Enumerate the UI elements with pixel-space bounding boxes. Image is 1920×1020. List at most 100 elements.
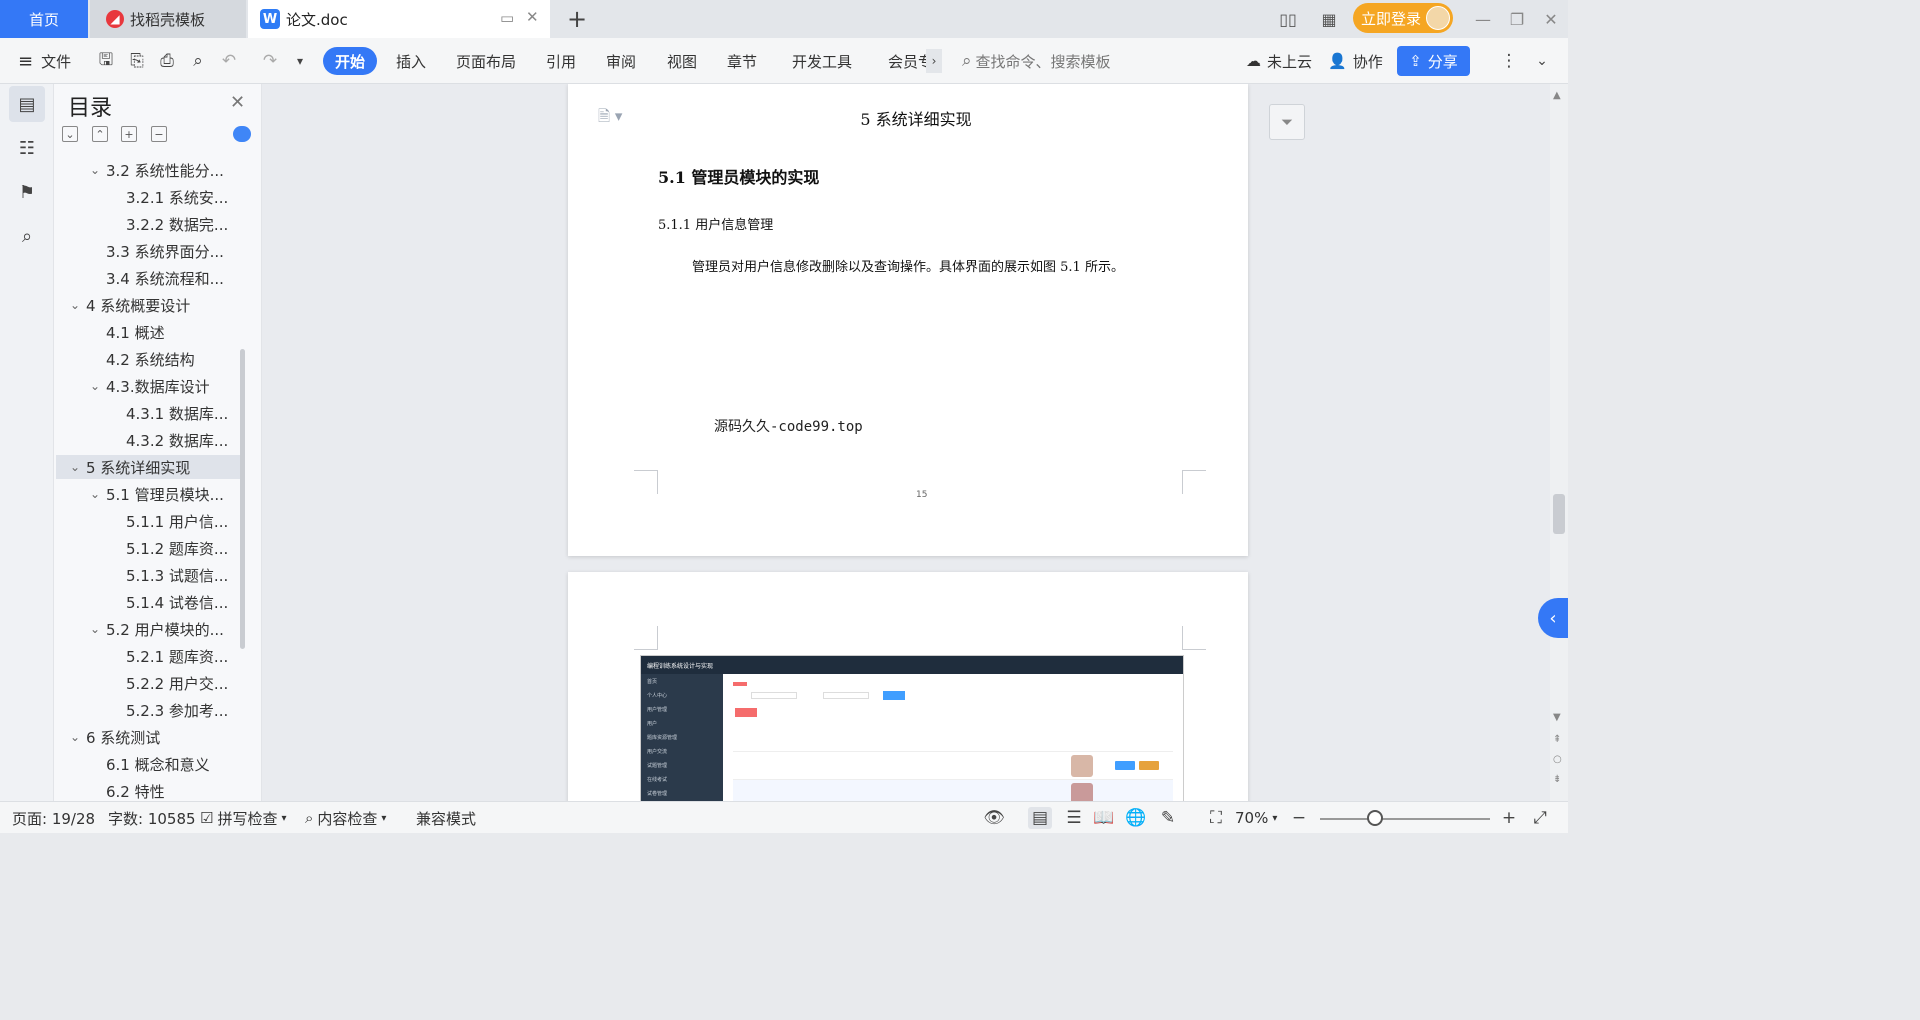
spell-check-button[interactable]: ☑ 拼写检查 ▾ [200,808,287,828]
expand-up-icon[interactable]: ⌃ [92,126,108,142]
monitor-icon[interactable]: ▭ [500,9,514,27]
page-view-icon[interactable]: ▤ [1028,807,1052,829]
tab-start[interactable]: 开始 [323,47,377,75]
toc-item[interactable]: 5.1.4 试卷信... [56,590,240,614]
toc-item[interactable]: 5.2.1 题库资... [56,644,240,668]
chevron-down-icon[interactable]: ⌄ [68,730,82,744]
print-preview-icon[interactable]: ⌕ [186,49,210,73]
tab-document[interactable]: W 论文.doc ▭ ✕ [248,0,550,38]
toc-item[interactable]: 5.1.2 题库资... [56,536,240,560]
toc-item[interactable]: 6.1 概念和意义 [56,752,240,776]
add-heading-icon[interactable]: + [121,126,137,142]
redo-icon[interactable]: ↷ [258,49,282,73]
scroll-thumb[interactable] [1553,494,1565,534]
toc-item[interactable]: ⌄ 3.2 系统性能分... [56,158,240,182]
read-mode-icon[interactable]: 📖 [1092,807,1116,829]
tab-home[interactable]: 首页 [0,0,88,38]
toc-item[interactable]: 3.3 系统界面分... [56,239,240,263]
bookmark-icon[interactable]: ⚑ [9,174,45,210]
toc-item[interactable]: 5.2.2 用户交... [56,671,240,695]
tab-references[interactable]: 引用 [546,48,576,74]
scroll-up-arrow-icon[interactable]: ▲ [1553,90,1561,101]
filter-funnel-icon[interactable]: ⏷ [1269,104,1305,140]
toc-item[interactable]: 3.2.2 数据完... [56,212,240,236]
outline-view-icon[interactable]: ☰ [1062,807,1086,829]
fullscreen-icon[interactable]: ⤢ [1528,807,1552,829]
tab-chapter[interactable]: 章节 [727,48,757,74]
write-mode-icon[interactable]: ✎ [1156,807,1180,829]
tab-daoke[interactable]: ◢ 找稻壳模板 [90,0,246,38]
document-page-15[interactable]: 🗎 ▾ 5 系统详细实现 5.1 管理员模块的实现 5.1.1 用户信息管理 管… [568,84,1248,556]
ai-assistant-icon[interactable] [233,126,251,142]
chevron-down-icon[interactable]: ⌄ [88,622,102,636]
tab-developer-tools[interactable]: 开发工具 [792,48,852,74]
vertical-scrollbar[interactable]: ▲ ▼ ⇞ ○ ⇟ [1550,84,1568,801]
close-tab-icon[interactable]: ✕ [526,8,539,26]
apps-grid-icon[interactable]: ▦ [1317,8,1341,30]
toc-item[interactable]: ⌄ 5 系统详细实现 [56,455,240,479]
toc-item[interactable]: 4.3.1 数据库... [56,401,240,425]
login-button[interactable]: 立即登录 [1353,3,1453,33]
tab-insert[interactable]: 插入 [396,48,426,74]
document-page-16[interactable]: 编程训练系统设计与实现 首页 个人中心 用户管理 用户 题库资源管理 用户交流 试题管理 在线… [568,572,1248,801]
fit-page-icon[interactable]: ⛶ [1204,807,1228,829]
toc-scrollbar[interactable] [240,349,245,649]
prev-page-icon[interactable]: ⇞ [1553,734,1561,745]
tab-view[interactable]: 视图 [667,48,697,74]
toc-item[interactable]: 5.1.3 试题信... [56,563,240,587]
toc-item[interactable]: 4.1 概述 [56,320,240,344]
minimize-icon[interactable]: — [1468,6,1498,32]
toc-item[interactable]: ⌄ 4 系统概要设计 [56,293,240,317]
find-icon[interactable]: ⌕ [9,218,45,254]
close-window-icon[interactable]: ✕ [1536,6,1566,32]
toc-item[interactable]: ⌄ 5.1 管理员模块... [56,482,240,506]
toc-item[interactable]: 6.2 特性 [56,779,240,801]
toc-item[interactable]: ⌄ 4.3.数据库设计 [56,374,240,398]
page-indicator[interactable]: 页面: 19/28 [12,808,95,828]
tab-page-layout[interactable]: 页面布局 [456,48,516,74]
new-tab-button[interactable]: + [564,4,590,34]
chevron-down-icon[interactable]: ⌄ [88,379,102,393]
undo-icon[interactable]: ↶ [217,49,241,73]
zoom-in-icon[interactable]: + [1497,807,1521,829]
chevron-down-icon[interactable]: ⌄ [88,163,102,177]
close-icon[interactable]: ✕ [230,92,245,113]
next-page-icon[interactable]: ⇟ [1553,774,1561,785]
word-count[interactable]: 字数: 10585 [108,808,196,828]
toc-item[interactable]: 4.2 系统结构 [56,347,240,371]
collapse-ribbon-chevron-icon[interactable]: ⌄ [1530,49,1554,73]
quick-access-dropdown-icon[interactable]: ▾ [288,49,312,73]
toc-item[interactable]: 3.4 系统流程和... [56,266,240,290]
more-tabs-chevron-icon[interactable]: › [926,49,942,73]
file-menu[interactable]: ≡ 文件 [18,48,71,74]
more-options-icon[interactable]: ⋮ [1497,49,1521,73]
zoom-slider-track[interactable] [1320,818,1490,820]
toc-item[interactable]: 5.1.1 用户信... [56,509,240,533]
cloud-status-button[interactable]: ☁ 未上云 [1246,48,1312,74]
toc-item[interactable]: 5.2.3 参加考... [56,698,240,722]
select-browse-icon[interactable]: ○ [1553,754,1562,765]
zoom-out-icon[interactable]: − [1287,807,1311,829]
chevron-down-icon[interactable]: ⌄ [88,487,102,501]
toc-item[interactable]: ⌄ 6 系统测试 [56,725,240,749]
restore-icon[interactable]: ❐ [1502,6,1532,32]
document-canvas[interactable]: 🗎 ▾ 5 系统详细实现 5.1 管理员模块的实现 5.1.1 用户信息管理 管… [262,84,1550,801]
chevron-down-icon[interactable]: ⌄ [68,460,82,474]
web-view-icon[interactable]: 🌐 [1124,807,1148,829]
save-icon[interactable]: 🖫 [94,49,118,73]
toc-item[interactable]: ⌄ 5.2 用户模块的... [56,617,240,641]
command-search[interactable]: ⌕ 查找命令、搜索模板 [962,48,1111,74]
chevron-down-icon[interactable]: ⌄ [68,298,82,312]
toc-panel-icon[interactable]: ▤ [9,86,45,122]
zoom-level-dropdown[interactable]: 70% ▾ [1235,808,1277,828]
print-icon[interactable]: ⎙ [155,49,179,73]
layout-switch-icon[interactable]: ▯▯ [1276,8,1300,30]
scroll-down-arrow-icon[interactable]: ▼ [1553,712,1561,723]
tab-review[interactable]: 审阅 [606,48,636,74]
toc-item[interactable]: 4.3.2 数据库... [56,428,240,452]
content-check-button[interactable]: ⌕ 内容检查 ▾ [305,808,386,828]
toc-item[interactable]: 3.2.1 系统安... [56,185,240,209]
chapter-nav-icon[interactable]: ☷ [9,130,45,166]
eye-protection-icon[interactable]: 👁 [982,807,1006,829]
collapse-all-icon[interactable]: ⌄ [62,126,78,142]
